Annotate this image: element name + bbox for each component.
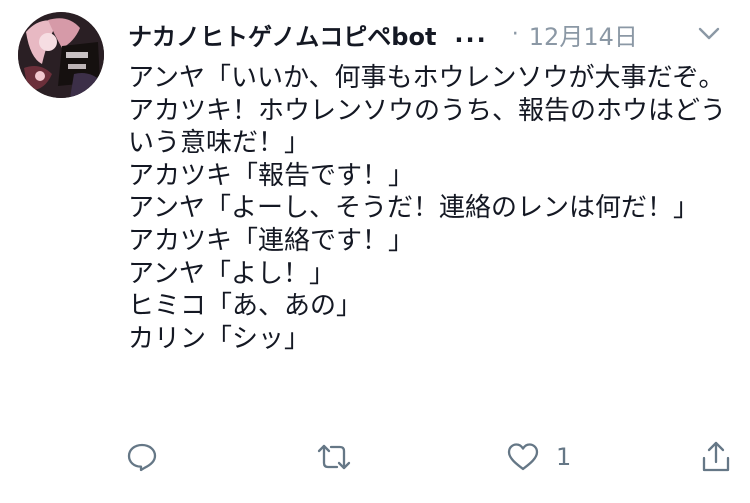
name-truncation-ellipsis: ... (454, 20, 488, 48)
display-name[interactable]: ナカノヒトゲノムコピペbot (128, 17, 436, 52)
retweet-button[interactable] (316, 437, 352, 477)
separator-dot: · (511, 21, 519, 47)
heart-icon (506, 441, 540, 473)
tweet-text: アンヤ「いいか、何事もホウレンソウが大事だぞ。アカツキ！ホウレンソウのうち、報告… (128, 63, 727, 354)
share-icon (700, 440, 732, 474)
tweet-actions: 1 (126, 437, 736, 477)
tweet-header: ナカノヒトゲノムコピペbot ... · 12月14日 (128, 14, 736, 54)
tweet: ナカノヒトゲノムコピペbot ... · 12月14日 アンヤ「いいか、何事もホ… (0, 0, 750, 503)
tweet-date[interactable]: 12月14日 (529, 17, 638, 52)
avatar[interactable] (18, 12, 104, 98)
reply-icon (126, 441, 158, 473)
reply-button[interactable] (126, 437, 158, 477)
share-button[interactable] (700, 437, 732, 477)
retweet-icon (316, 441, 352, 473)
like-count: 1 (556, 443, 572, 471)
like-button[interactable]: 1 (506, 437, 571, 477)
avatar-image (18, 12, 104, 98)
chevron-down-icon[interactable] (694, 20, 724, 48)
